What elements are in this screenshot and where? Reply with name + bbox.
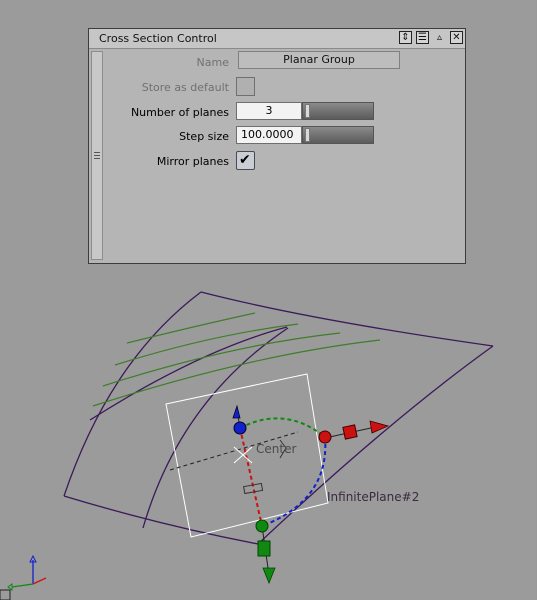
store-default-checkbox[interactable]	[236, 77, 255, 96]
collapse-icon[interactable]: ▵	[433, 31, 446, 44]
name-field[interactable]: Planar Group	[238, 51, 400, 69]
slider-thumb[interactable]	[305, 128, 310, 142]
center-cross-icon[interactable]	[233, 446, 253, 464]
x-scale-handle-icon[interactable]	[342, 424, 358, 440]
number-of-planes-input[interactable]: 3	[236, 102, 302, 120]
surface-isoparm-1	[89, 326, 288, 421]
name-label: Name	[196, 56, 229, 69]
plane-center-handle[interactable]	[243, 482, 264, 495]
section-curve-3	[102, 332, 341, 387]
section-curve-1	[126, 312, 256, 344]
maximize-icon[interactable]: ⇕	[399, 31, 412, 44]
x-rotate-ball-icon[interactable]	[318, 430, 332, 444]
step-size-label: Step size	[179, 130, 229, 143]
panel-titlebar[interactable]: Cross Section Control ⇕ ☰ ▵ ✕	[89, 29, 465, 49]
number-of-planes-label: Number of planes	[130, 106, 229, 119]
surface-bottom-edge	[63, 495, 259, 545]
nurbs-surface[interactable]	[63, 291, 494, 545]
z-arrow-icon[interactable]	[232, 404, 241, 419]
list-menu-icon[interactable]: ☰	[416, 31, 429, 44]
step-size-slider[interactable]	[302, 126, 374, 144]
cross-section-curves	[92, 312, 381, 407]
section-curve-2	[114, 323, 299, 366]
panel-title: Cross Section Control	[99, 32, 217, 45]
number-of-planes-slider[interactable]	[302, 102, 374, 120]
z-rotate-ball-icon[interactable]	[233, 421, 247, 435]
world-axis-indicator	[0, 554, 47, 600]
cross-section-control-panel: Cross Section Control ⇕ ☰ ▵ ✕ Name Plana…	[88, 28, 466, 264]
center-label: Center	[256, 442, 296, 456]
viewcube-corner-icon[interactable]	[0, 589, 11, 600]
surface-isoparm-2	[142, 327, 289, 529]
surface-top-edge	[200, 291, 494, 347]
y-arrow-icon[interactable]	[262, 567, 276, 585]
rotate-arc-green[interactable]	[239, 417, 326, 438]
y-rotate-ball-icon[interactable]	[255, 519, 269, 533]
close-icon[interactable]: ✕	[450, 31, 463, 44]
world-x-axis	[32, 577, 47, 585]
mirror-planes-label: Mirror planes	[156, 155, 229, 168]
mirror-planes-checkbox[interactable]: ✔	[236, 151, 255, 170]
step-size-input[interactable]: 100.0000	[236, 126, 302, 144]
slider-thumb[interactable]	[305, 104, 310, 118]
y-scale-handle-icon[interactable]	[257, 540, 271, 557]
store-default-label: Store as default	[141, 81, 229, 94]
checkmark-icon: ✔	[239, 152, 251, 168]
world-y-axis	[11, 583, 34, 588]
plane-name-label: InfinitePlane#2	[327, 490, 419, 504]
world-y-arrow-icon	[7, 583, 13, 591]
